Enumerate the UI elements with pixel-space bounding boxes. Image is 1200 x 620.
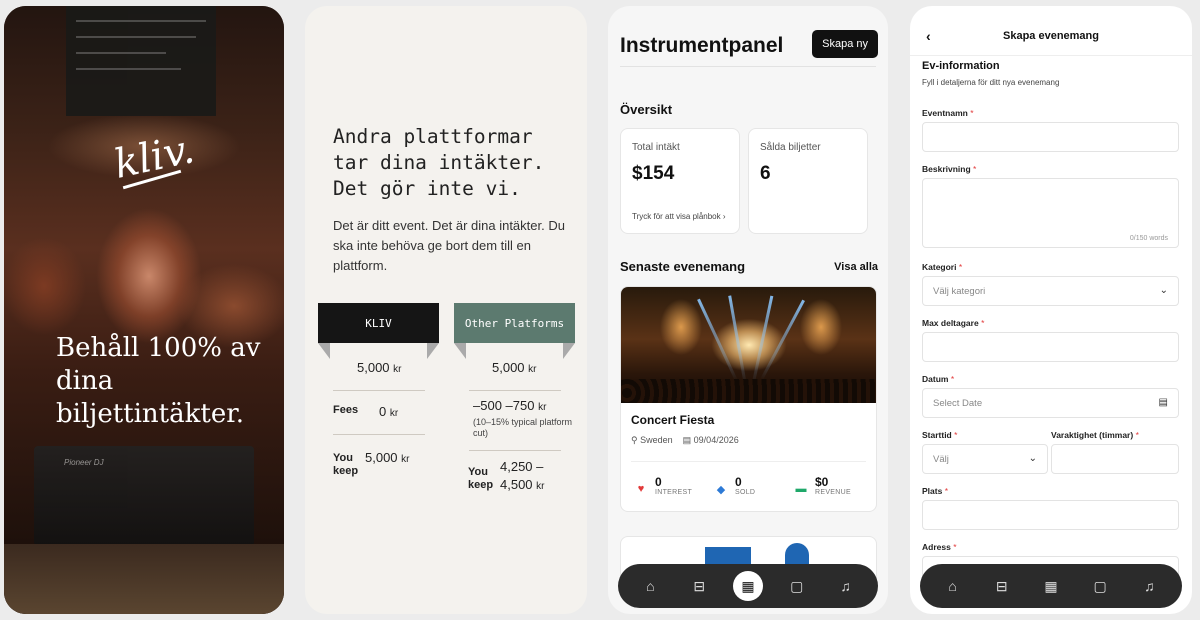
page-title: Skapa evenemang (1003, 30, 1099, 42)
divider (333, 390, 425, 391)
section-subtitle: Fyll i detaljerna för ditt nya evenemang (922, 78, 1060, 87)
ribbon-fold (563, 343, 575, 359)
place-input[interactable] (922, 500, 1179, 530)
category-label: Kategori * (922, 262, 963, 272)
ribbon-fold (427, 343, 439, 359)
total-income-value: $154 (632, 163, 675, 184)
divider (631, 461, 866, 462)
recent-events-heading: Senaste evenemang (620, 259, 746, 274)
kliv-column-header: KLIV (318, 303, 439, 343)
deck-brand: Pioneer DJ (64, 458, 104, 467)
address-label: Adress * (922, 542, 957, 552)
chevron-right-icon: › (722, 212, 726, 221)
start-time-label: Starttid * (922, 430, 958, 440)
max-participants-input[interactable] (922, 332, 1179, 362)
category-select[interactable]: Välj kategori ⌄ (922, 276, 1179, 306)
event-location: ⚲ Sweden (631, 435, 673, 445)
duration-label: Varaktighet (timmar) * (1051, 430, 1139, 440)
bell-icon[interactable]: ♫ (831, 571, 861, 601)
revenue-stat: ▬ $0 REVENUE (793, 475, 851, 497)
promo-screen-hero: kliv. Pioneer DJ Behåll 100% av dina bil… (4, 6, 284, 614)
tickets-sold-value: 6 (760, 163, 771, 184)
section-title: Ev-information (922, 60, 1000, 72)
date-input[interactable]: Select Date ▤ (922, 388, 1179, 418)
ticket-icon: ◆ (716, 483, 726, 496)
tickets-sold-card: Sålda biljetter 6 (748, 128, 868, 234)
scan-icon[interactable]: ⊟ (987, 571, 1017, 601)
chat-icon[interactable]: ▢ (1085, 571, 1115, 601)
other-fees: –500 –750 kr (473, 398, 547, 413)
bell-icon[interactable]: ♫ (1134, 571, 1164, 601)
fees-label: Fees (333, 404, 359, 416)
create-event-screen: ‹ Skapa evenemang Ev-information Fyll i … (910, 6, 1192, 614)
chalkboard (66, 6, 216, 116)
dashboard-icon[interactable]: ▦ (732, 571, 763, 601)
other-price: 5,000 kr (492, 360, 537, 375)
page-title: Instrumentpanel (620, 34, 784, 57)
chevron-down-icon: ⌄ (1028, 453, 1037, 464)
dj-deck: Pioneer DJ (34, 446, 254, 546)
tickets-sold-label: Sålda biljetter (760, 142, 821, 153)
chat-icon[interactable]: ▢ (782, 571, 812, 601)
home-icon[interactable]: ⌂ (938, 571, 968, 601)
floor (4, 544, 284, 614)
total-income-label: Total intäkt (632, 142, 680, 153)
bottom-nav: ⌂ ⊟ ▦ ▢ ♫ (920, 564, 1182, 608)
wallet-link[interactable]: Tryck för att visa plånbok › (632, 212, 726, 221)
ribbon-fold (318, 343, 330, 359)
event-name-input[interactable] (922, 122, 1179, 152)
kliv-price: 5,000 kr (357, 360, 402, 375)
divider (469, 390, 561, 391)
you-keep-label: You keep (468, 466, 494, 491)
create-new-button[interactable]: Skapa ny (812, 30, 878, 58)
you-keep-label: You keep (333, 452, 359, 477)
max-participants-label: Max deltagare * (922, 318, 985, 328)
interest-stat: ♥ 0 INTEREST (633, 475, 692, 497)
overview-heading: Översikt (620, 102, 673, 117)
divider (469, 450, 561, 451)
divider (620, 66, 876, 67)
other-keep: 4,250 –4,500 kr (500, 459, 545, 492)
duration-input[interactable] (1051, 444, 1179, 474)
bottom-nav: ⌂ ⊟ ▦ ▢ ♫ (618, 564, 878, 608)
kliv-keep: 5,000 kr (365, 450, 410, 465)
promo-screen-comparison: Andra plattformar tar dina intäkter. Det… (305, 6, 587, 614)
description-label: Beskrivning * (922, 164, 977, 174)
event-image (621, 287, 876, 403)
header: ‹ Skapa evenemang (910, 6, 1192, 56)
dashboard-icon[interactable]: ▦ (1036, 571, 1066, 601)
chevron-down-icon: ⌄ (1159, 285, 1168, 296)
heart-icon: ♥ (637, 483, 645, 495)
calendar-icon: ▤ (682, 435, 692, 445)
divider (333, 434, 425, 435)
comparison-body: Det är ditt event. Det är dina intäkter.… (333, 218, 565, 273)
start-time-select[interactable]: Välj ⌄ (922, 444, 1048, 474)
kliv-fees: 0 kr (379, 404, 399, 419)
description-textarea[interactable]: 0/150 words (922, 178, 1179, 248)
ribbon-fold (454, 343, 466, 359)
event-date: ▤ 09/04/2026 (682, 435, 739, 445)
home-icon[interactable]: ⌂ (635, 571, 665, 601)
other-platforms-column-header: Other Platforms (454, 303, 575, 343)
other-fees-note: (10–15% typical platform cut) (473, 417, 573, 438)
scan-icon[interactable]: ⊟ (684, 571, 714, 601)
view-all-link[interactable]: Visa alla (834, 261, 878, 273)
dashboard-screen: Instrumentpanel Skapa ny Översikt Total … (608, 6, 888, 614)
event-meta: ⚲ Sweden ▤ 09/04/2026 (631, 435, 739, 446)
place-label: Plats * (922, 486, 949, 496)
wallet-icon: ▬ (795, 483, 807, 495)
calendar-icon[interactable]: ▤ (1159, 397, 1168, 408)
date-label: Datum * (922, 374, 955, 384)
event-name: Concert Fiesta (631, 413, 715, 427)
sold-stat: ◆ 0 SOLD (713, 475, 755, 497)
word-counter: 0/150 words (1129, 235, 1168, 242)
comparison-heading: Andra plattformar tar dina intäkter. Det… (333, 125, 545, 200)
event-name-label: Eventnamn * (922, 108, 974, 118)
total-income-card[interactable]: Total intäkt $154 Tryck för att visa plå… (620, 128, 740, 234)
event-card[interactable]: Concert Fiesta ⚲ Sweden ▤ 09/04/2026 ♥ 0… (620, 286, 877, 512)
hero-headline: Behåll 100% av dina biljettintäkter. (56, 333, 261, 429)
location-pin-icon: ⚲ (631, 435, 638, 445)
